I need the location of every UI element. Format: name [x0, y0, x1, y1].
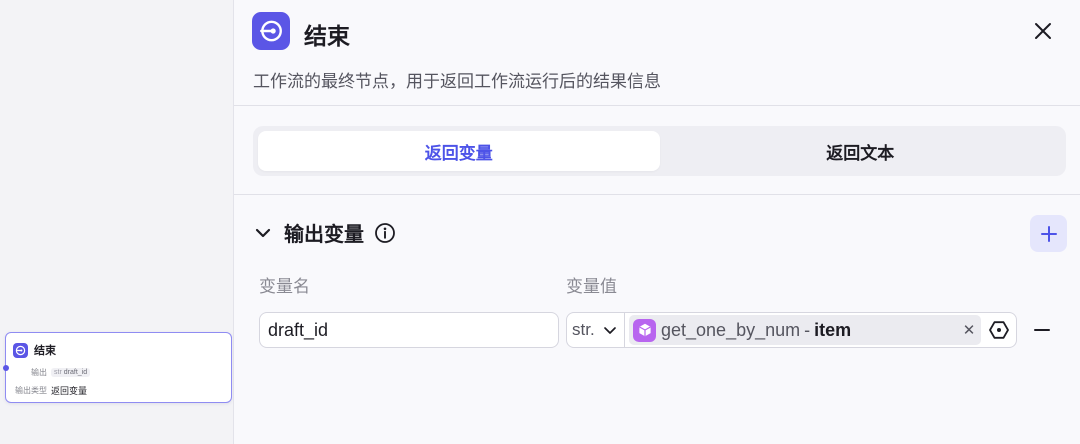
minus-icon	[1034, 329, 1050, 331]
return-mode-tabs: 返回变量 返回文本	[253, 126, 1066, 176]
end-node-icon	[252, 12, 290, 50]
chevron-down-icon	[604, 327, 616, 334]
end-node-card[interactable]: 结束 输出 str draft_id 输出类型 返回变量	[3, 332, 232, 403]
remove-variable-button[interactable]	[1030, 318, 1054, 342]
node-output-type: str	[54, 369, 62, 376]
reference-text: get_one_by_num - item	[661, 320, 956, 341]
chevron-down-icon[interactable]	[252, 222, 274, 244]
section-title: 输出变量	[284, 224, 364, 246]
panel-header: 结束 工作流的最终节点，用于返回工作流运行后的结果信息	[234, 0, 1080, 106]
node-input-handle[interactable]	[3, 365, 9, 371]
panel-description: 工作流的最终节点，用于返回工作流运行后的结果信息	[253, 72, 661, 91]
tab-return-text[interactable]: 返回文本	[660, 131, 1062, 171]
node-output-name: draft_id	[63, 369, 88, 376]
ref-field-name: item	[814, 319, 852, 340]
type-select-value: str.	[572, 320, 595, 339]
node-output-kind-value: 返回变量	[51, 386, 88, 396]
add-variable-button[interactable]	[1030, 215, 1067, 252]
node-output-tag: str draft_id	[51, 368, 91, 377]
ref-separator: -	[804, 319, 811, 340]
node-config-panel: 结束 工作流的最终节点，用于返回工作流运行后的结果信息 返回变量 返回文本 输出…	[233, 0, 1080, 444]
node-header: 结束	[13, 342, 56, 358]
ref-node-name: get_one_by_num	[661, 319, 801, 340]
type-select[interactable]: str.	[567, 313, 625, 347]
column-name-label: 变量名	[259, 277, 310, 296]
variable-picker-button[interactable]	[984, 319, 1014, 341]
tab-return-variable[interactable]: 返回变量	[258, 131, 660, 171]
cube-icon	[633, 318, 656, 342]
clear-icon[interactable]: ✕	[961, 321, 977, 339]
node-output-label: 输出	[31, 368, 47, 377]
panel-title: 结束	[304, 23, 350, 49]
variable-value-field: str. get_one_by_num - item ✕	[566, 312, 1017, 348]
return-mode-area: 返回变量 返回文本	[234, 107, 1080, 195]
close-button[interactable]	[1030, 18, 1056, 44]
variable-name-input[interactable]	[259, 312, 559, 348]
variable-picker-icon	[989, 321, 1009, 339]
close-icon	[1035, 23, 1051, 39]
reference-chip[interactable]: get_one_by_num - item ✕	[629, 315, 981, 345]
node-title: 结束	[34, 345, 56, 357]
workflow-canvas[interactable]: 结束 输出 str draft_id 输出类型 返回变量	[0, 0, 233, 444]
node-output-row: 输出 str draft_id	[13, 367, 91, 378]
node-output-kind-row: 输出类型 返回变量	[13, 384, 87, 397]
column-value-label: 变量值	[566, 277, 617, 296]
node-output-kind-label: 输出类型	[15, 386, 47, 395]
plus-icon	[1040, 225, 1057, 242]
end-node-icon	[13, 342, 28, 358]
info-icon[interactable]	[374, 222, 396, 244]
output-section-header: 输出变量	[252, 218, 396, 247]
